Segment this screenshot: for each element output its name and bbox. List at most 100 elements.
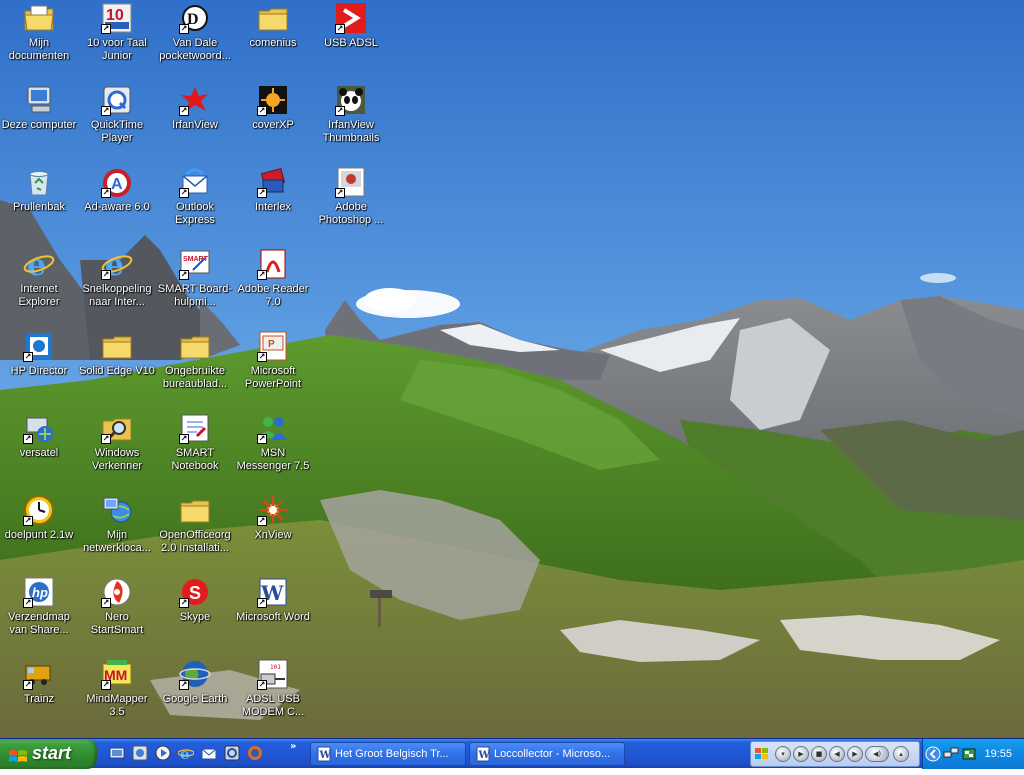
app-notebook-icon: ↗ <box>179 412 211 444</box>
desktop-icon-label: Microsoft PowerPoint <box>244 365 302 390</box>
desktop-icon-mindmapper[interactable]: MM ↗ MindMapper 3.5 <box>78 658 156 719</box>
desktop-icon-adobe-reader[interactable]: ↗ Adobe Reader 7.0 <box>234 248 312 309</box>
windows-media-flag-icon[interactable] <box>754 746 770 762</box>
desktop-icon-doelpunt[interactable]: ↗ doelpunt 2.1w <box>0 494 78 542</box>
desktop-icon-solid-edge[interactable]: Solid Edge V10 <box>78 330 156 378</box>
desktop-icon-label: OpenOfficeorg 2.0 Installati... <box>159 529 231 554</box>
shortcut-arrow-icon: ↗ <box>179 188 189 198</box>
desktop-icon-label: USB ADSL <box>324 37 378 49</box>
media-previous-button[interactable]: ◀ <box>829 746 845 762</box>
quicktime-player-quicklaunch-icon[interactable] <box>224 745 240 761</box>
media-restore-button[interactable]: ▴ <box>893 746 909 762</box>
firefox-quicklaunch-icon[interactable] <box>247 745 263 761</box>
network-connection-icon[interactable] <box>943 746 959 762</box>
desktop-icon-label: Outlook Express <box>175 201 215 226</box>
desktop-icon-label: SMART Notebook <box>171 447 219 472</box>
desktop-icon-coverxp[interactable]: ↗ coverXP <box>234 84 312 132</box>
desktop-icon-photoshop[interactable]: ↗ Adobe Photoshop ... <box>312 166 390 227</box>
internet-explorer-quicklaunch-icon[interactable]: e <box>178 745 194 761</box>
start-button[interactable]: start <box>0 739 97 769</box>
shortcut-arrow-icon: ↗ <box>257 352 267 362</box>
desktop-icon-irfanview-thumbs[interactable]: ↗ IrfanView Thumbnails <box>312 84 390 145</box>
desktop-icon-snelkoppeling-ie[interactable]: e ↗ Snelkoppeling naar Inter... <box>78 248 156 309</box>
desktop-icon-deze-computer[interactable]: Deze computer <box>0 84 78 132</box>
app-ie-icon: e ↗ <box>101 248 133 280</box>
shortcut-arrow-icon: ↗ <box>101 598 111 608</box>
desktop-icon-google-earth[interactable]: ↗ Google Earth <box>156 658 234 706</box>
desktop-icon-openoffice[interactable]: OpenOfficeorg 2.0 Installati... <box>156 494 234 555</box>
desktop-icon-xnview[interactable]: ↗ XnView <box>234 494 312 542</box>
media-player-toolbar: ▾ ▶ ■ ◀ ▶ ◀) ▴ <box>750 741 920 767</box>
media-volume-button[interactable]: ◀) <box>865 746 889 762</box>
taskbar-clock[interactable]: 19:55 <box>984 739 1012 769</box>
media-stop-button[interactable]: ■ <box>811 746 827 762</box>
desktop-icon-ad-aware[interactable]: A ↗ Ad-aware 6.0 <box>78 166 156 214</box>
network-status-icon[interactable] <box>961 746 977 762</box>
desktop-icon-prullenbak[interactable]: Prullenbak <box>0 166 78 214</box>
start-label: start <box>32 743 72 763</box>
taskbar-button-word-loccollector[interactable]: W Loccollector - Microso... <box>469 742 625 766</box>
desktop-icon-mijn-netwerk[interactable]: Mijn netwerkloca... <box>78 494 156 555</box>
desktop-icon-outlook-express[interactable]: ↗ Outlook Express <box>156 166 234 227</box>
shortcut-arrow-icon: ↗ <box>101 270 111 280</box>
app-quicktime-icon: ↗ <box>101 84 133 116</box>
desktop-icon-label: Skype <box>179 611 211 623</box>
desktop-icon-comenius[interactable]: comenius <box>234 2 312 50</box>
desktop-icon-trainz[interactable]: ↗ Trainz <box>0 658 78 706</box>
desktop-icon-ongebruikte[interactable]: Ongebruikte bureaublad... <box>156 330 234 391</box>
shortcut-arrow-icon: ↗ <box>179 106 189 116</box>
desktop-icon-label: Prullenbak <box>13 201 65 213</box>
desktop-icon-van-dale[interactable]: D ↗ Van Dale pocketwoord... <box>156 2 234 63</box>
desktop-icon-label: XnView <box>254 529 292 541</box>
app-trainz-icon: ↗ <box>23 658 55 690</box>
desktop-icon-smart-board[interactable]: SMART ↗ SMART Board-hulpmi... <box>156 248 234 309</box>
tray-expand-chevron-icon[interactable] <box>925 746 941 762</box>
desktop-icon-usb-adsl[interactable]: ↗ USB ADSL <box>312 2 390 50</box>
media-play-button[interactable]: ▶ <box>793 746 809 762</box>
shortcut-arrow-icon: ↗ <box>23 516 33 526</box>
app-outlook-icon: ↗ <box>179 166 211 198</box>
desktop-icon-label: Verzendmap van Share... <box>8 611 70 636</box>
svg-text:W: W <box>478 750 491 761</box>
app-skype-icon: S ↗ <box>179 576 211 608</box>
media-dropdown-button[interactable]: ▾ <box>775 746 791 762</box>
desktop-icon-verzendmap[interactable]: hp ↗ Verzendmap van Share... <box>0 576 78 637</box>
app-modem-icon: 101 ↗ <box>257 658 289 690</box>
desktop-icon-10-voor-taal[interactable]: 10 ↗ 10 voor Taal Junior <box>78 2 156 63</box>
desktop-icon-powerpoint[interactable]: P ↗ Microsoft PowerPoint <box>234 330 312 391</box>
desktop-icon-quicktime[interactable]: ↗ QuickTime Player <box>78 84 156 145</box>
desktop-icon-label: Adobe Reader 7.0 <box>237 283 309 308</box>
desktop-icon-nero[interactable]: ↗ Nero StartSmart <box>78 576 156 637</box>
app-explorer-icon: ↗ <box>101 412 133 444</box>
media-next-button[interactable]: ▶ <box>847 746 863 762</box>
desktop-icon-label: Trainz <box>23 693 55 705</box>
desktop-icon-versatel[interactable]: ↗ versatel <box>0 412 78 460</box>
taskbar: start e » W Het Groot Belgisch Tr... W L… <box>0 738 1024 769</box>
desktop-icon-label: Mijn netwerkloca... <box>83 529 151 554</box>
desktop-icon-windows-verkenner[interactable]: ↗ Windows Verkenner <box>78 412 156 473</box>
taskbar-button-word-groot-belgisch[interactable]: W Het Groot Belgisch Tr... <box>310 742 466 766</box>
desktop-icon-adsl-usb-modem[interactable]: 101 ↗ ADSL USB MODEM C... <box>234 658 312 719</box>
desktop-icon-label: Van Dale pocketwoord... <box>159 37 231 62</box>
desktop-icon-irfanview[interactable]: ↗ IrfanView <box>156 84 234 132</box>
svg-text:W: W <box>319 750 332 761</box>
quicktime-quicklaunch-icon[interactable] <box>132 745 148 761</box>
desktop-icon-mijn-documenten[interactable]: Mijn documenten <box>0 2 78 63</box>
quicklaunch-more-chevron[interactable]: » <box>290 742 296 752</box>
app-xnview-icon: ↗ <box>257 494 289 526</box>
folder-icon <box>101 330 133 362</box>
desktop-icon-internet-explorer[interactable]: e Internet Explorer <box>0 248 78 309</box>
desktop-icon-microsoft-word[interactable]: W ↗ Microsoft Word <box>234 576 312 624</box>
desktop-icon-interlex[interactable]: ↗ Interlex <box>234 166 312 214</box>
show-desktop-icon[interactable] <box>109 745 125 761</box>
desktop-icon-hp-director[interactable]: ↗ HP Director <box>0 330 78 378</box>
shortcut-arrow-icon: ↗ <box>179 598 189 608</box>
app-clock-icon: ↗ <box>23 494 55 526</box>
svg-text:101: 101 <box>270 664 281 671</box>
app-word-icon: W ↗ <box>257 576 289 608</box>
outlook-quicklaunch-icon[interactable] <box>201 745 217 761</box>
desktop-icon-skype[interactable]: S ↗ Skype <box>156 576 234 624</box>
desktop-icon-msn-messenger[interactable]: ↗ MSN Messenger 7.5 <box>234 412 312 473</box>
media-player-quicklaunch-icon[interactable] <box>155 745 171 761</box>
desktop-icon-smart-notebook[interactable]: ↗ SMART Notebook <box>156 412 234 473</box>
